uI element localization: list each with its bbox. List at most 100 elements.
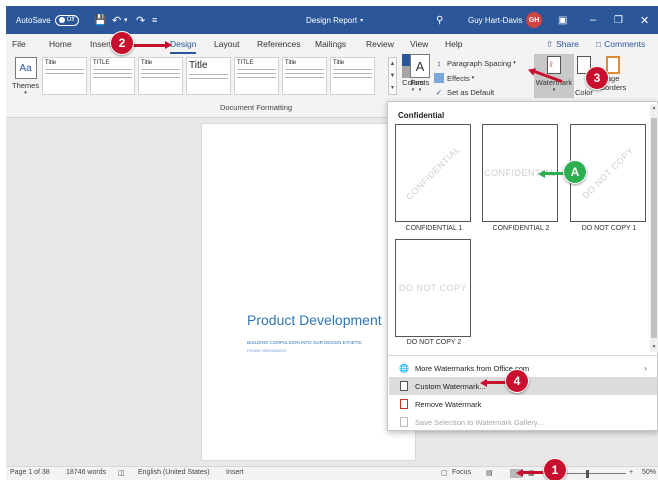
effects-button[interactable]: Effects ▾ (434, 73, 474, 83)
watermark-preview-text: CONFIDENTIAL (404, 144, 462, 202)
tab-references[interactable]: References (257, 34, 300, 54)
text-line (285, 73, 324, 74)
tab-home[interactable]: Home (49, 34, 72, 54)
callout-badge: 3 (585, 66, 609, 90)
watermark-icon: ℓ (547, 56, 561, 74)
text-line (93, 69, 132, 70)
remove-watermark-label: Remove Watermark (415, 399, 482, 409)
focus-icon[interactable]: ▢ (441, 469, 448, 477)
undo-dropdown-icon[interactable]: ▾ (124, 6, 128, 34)
undo-icon[interactable]: ↶ (112, 6, 121, 34)
text-line (333, 77, 372, 78)
user-name[interactable]: Guy Hart-Davis (468, 6, 523, 34)
fonts-icon: A (410, 54, 430, 78)
chevron-down-icon: ▾ (24, 90, 27, 96)
style-set-thumb[interactable]: TITLE (90, 57, 135, 95)
search-icon[interactable]: ⚲ (436, 6, 443, 34)
page-color-label: Color (575, 88, 593, 97)
watermark-preview-text: DO NOT COPY (398, 283, 468, 293)
style-set-thumb[interactable]: Title (282, 57, 327, 95)
document-subtitle: BUILDING COMPULSION INTO OUR DESIGN ETHE… (247, 340, 362, 345)
text-line (189, 74, 228, 75)
scroll-up-icon[interactable]: ▲ (650, 105, 658, 111)
share-button[interactable]: ⇧ Share (546, 37, 579, 51)
zoom-slider[interactable] (566, 473, 626, 474)
document-title[interactable]: Design Report ▾ (306, 6, 363, 34)
set-as-default-button[interactable]: ✓ Set as Default (434, 87, 494, 97)
watermark-option-label: DO NOT COPY 2 (406, 339, 462, 346)
tab-layout[interactable]: Layout (214, 34, 240, 54)
word-count[interactable]: 18746 words (66, 469, 106, 476)
text-line (333, 69, 372, 70)
document-title-text: Design Report (306, 15, 358, 25)
remove-document-icon (399, 399, 409, 410)
avatar: GH (526, 12, 542, 28)
maximize-icon[interactable]: ❐ (614, 6, 623, 34)
style-set-thumb[interactable]: Title (330, 57, 375, 95)
read-mode-icon[interactable]: ▤ (486, 469, 493, 477)
autosave-state: Off (66, 17, 75, 23)
watermark-option[interactable]: CONFIDENTIAL (395, 124, 471, 222)
zoom-slider-thumb[interactable] (586, 470, 589, 478)
share-label: Share (556, 39, 579, 49)
watermark-option-label: CONFIDENTIAL 1 (405, 225, 463, 232)
autosave-toggle[interactable]: Off (54, 14, 79, 26)
themes-label: Themes (12, 81, 40, 90)
insert-mode[interactable]: Insert (226, 469, 244, 476)
zoom-level[interactable]: 50% (642, 469, 656, 476)
style-set-thumb[interactable]: Title (42, 57, 87, 95)
autosave-control[interactable]: AutoSave Off (16, 6, 79, 34)
tab-insert[interactable]: Insert (90, 34, 111, 54)
style-set-thumb[interactable]: Title (138, 57, 183, 95)
text-line (93, 73, 132, 74)
page-count[interactable]: Page 1 of 38 (10, 469, 50, 476)
text-line (45, 73, 84, 74)
minimize-icon[interactable]: – (590, 6, 596, 34)
customize-toolbar-icon[interactable]: ≡ (152, 6, 157, 34)
tab-review[interactable]: Review (366, 34, 394, 54)
tab-mailings[interactable]: Mailings (315, 34, 346, 54)
document-page[interactable]: Product Development BUILDING COMPULSION … (201, 123, 416, 461)
save-icon[interactable]: 💾 (94, 6, 106, 34)
focus-label[interactable]: Focus (452, 469, 471, 476)
close-icon[interactable]: ✕ (640, 6, 649, 34)
save-to-gallery-label: Save Selection to Watermark Gallery... (415, 417, 544, 427)
proofing-icon[interactable]: ◫ (118, 469, 125, 477)
zoom-in-icon[interactable]: + (629, 469, 633, 476)
language[interactable]: English (United States) (138, 469, 210, 476)
style-title: TITLE (237, 60, 254, 66)
toggle-knob (58, 17, 65, 23)
tab-view[interactable]: View (410, 34, 428, 54)
set-as-default-label: Set as Default (447, 87, 495, 97)
ribbon-display-icon[interactable]: ▣ (558, 6, 567, 34)
text-line (45, 69, 84, 70)
scroll-down-icon[interactable]: ▼ (650, 344, 658, 350)
effects-icon (434, 73, 444, 83)
tab-design[interactable]: Design (170, 34, 197, 54)
paragraph-spacing-button[interactable]: ↕ Paragraph Spacing ▾ (434, 58, 516, 68)
user-avatar-wrap[interactable]: GH (526, 6, 542, 34)
style-set-thumb[interactable]: Title (186, 57, 231, 95)
text-line (141, 69, 180, 70)
effects-label: Effects (447, 73, 470, 83)
text-line (93, 77, 132, 78)
style-title: TITLE (93, 60, 110, 66)
tab-help[interactable]: Help (445, 34, 462, 54)
text-line (189, 78, 228, 79)
document-icon (399, 381, 409, 392)
scrollbar-thumb[interactable] (651, 118, 657, 338)
gallery-scrollbar[interactable]: ▲ ▼ (650, 104, 658, 352)
text-line (237, 73, 276, 74)
comments-button[interactable]: □ Comments (596, 37, 645, 51)
style-title: Title (189, 60, 208, 71)
themes-button[interactable]: Aa Themes ▾ (12, 57, 39, 96)
text-line (141, 77, 180, 78)
remove-watermark-item[interactable]: Remove Watermark (389, 395, 657, 413)
text-line (141, 73, 180, 74)
fonts-button[interactable]: A Fonts ▾ (410, 54, 430, 93)
tab-file[interactable]: File (12, 34, 26, 54)
style-set-thumb[interactable]: TITLE (234, 57, 279, 95)
watermark-option[interactable]: DO NOT COPY (395, 239, 471, 337)
themes-icon: Aa (14, 57, 37, 79)
redo-icon[interactable]: ↷ (136, 6, 145, 34)
